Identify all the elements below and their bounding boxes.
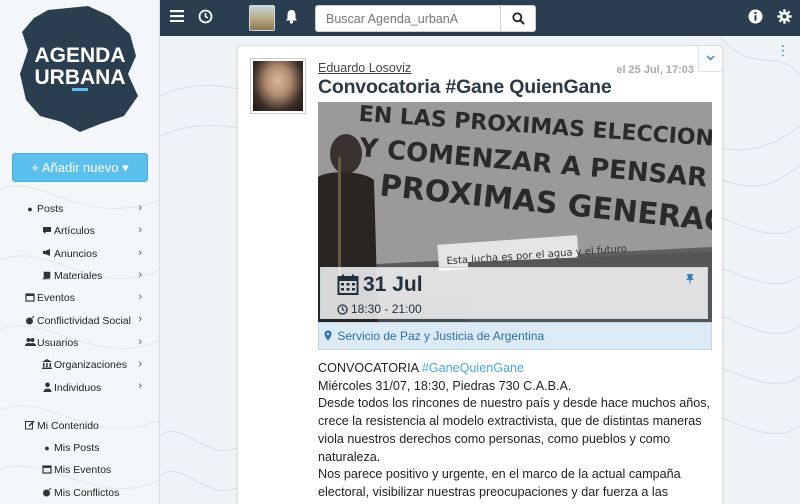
map-marker-icon bbox=[324, 330, 332, 341]
sidebar-item-label: Eventos bbox=[37, 292, 75, 305]
calendar-icon bbox=[42, 464, 52, 476]
body-paragraph: Desde todos los rincones de nuestro país… bbox=[318, 396, 711, 464]
sidebar-item-label: Conflictividad Social bbox=[37, 314, 131, 327]
agenda-urbana-logo[interactable]: AGENDA URBANA bbox=[18, 4, 142, 134]
history-clock-icon[interactable] bbox=[196, 9, 214, 27]
sidebar-item-mis-eventos[interactable]: Mis Eventos bbox=[0, 459, 159, 481]
settings-gear-icon[interactable] bbox=[775, 9, 793, 27]
post-body: CONVOCATORIA #GaneQuienGane Miércoles 31… bbox=[318, 360, 714, 502]
sidebar-item-organizaciones[interactable]: Organizaciones › bbox=[0, 354, 159, 376]
event-date-box: 31 Jul 18:30 - 21:00 bbox=[320, 267, 708, 319]
book-icon bbox=[42, 271, 52, 282]
calendar-icon bbox=[25, 292, 35, 304]
user-icon bbox=[42, 382, 52, 394]
event-time-label: 18:30 - 21:00 bbox=[351, 302, 422, 316]
sidebar-item-label: Individuos bbox=[54, 381, 102, 394]
comment-icon bbox=[42, 226, 52, 237]
body-line: Miércoles 31/07, 18:30, Piedras 730 C.A.… bbox=[318, 378, 572, 393]
event-day-label: 31 Jul bbox=[363, 273, 423, 296]
info-icon[interactable] bbox=[746, 9, 764, 27]
event-time: 18:30 - 21:00 bbox=[337, 302, 422, 316]
sidebar-item-label: Anuncios bbox=[54, 247, 98, 260]
body-heading: CONVOCATORIA bbox=[318, 361, 422, 375]
sidebar-nav: ● Posts › Artículos › Anuncios › Materia… bbox=[0, 198, 159, 504]
chevron-right-icon: › bbox=[138, 224, 142, 237]
chevron-right-icon: › bbox=[138, 358, 142, 371]
svg-text:AGENDA: AGENDA bbox=[34, 44, 125, 67]
search-box bbox=[315, 5, 536, 32]
post-date: el 25 Jul, 17:03 bbox=[616, 64, 694, 76]
circle-icon: ● bbox=[27, 204, 33, 215]
chevron-right-icon: › bbox=[138, 291, 142, 304]
sidebar-item-mis-conflictos[interactable]: Mis Conflictos bbox=[0, 482, 159, 504]
more-options-icon[interactable]: ⋮ bbox=[776, 42, 790, 59]
chevron-right-icon: › bbox=[138, 268, 142, 281]
chevron-down-icon[interactable] bbox=[698, 46, 722, 72]
hashtag-link[interactable]: #GaneQuienGane bbox=[422, 361, 524, 375]
sidebar-item-anuncios[interactable]: Anuncios › bbox=[0, 243, 159, 265]
circle-icon: ● bbox=[44, 443, 50, 454]
sidebar-item-individuos[interactable]: Individuos › bbox=[0, 376, 159, 398]
sidebar-item-label: Artículos bbox=[54, 225, 95, 238]
notifications-bell-icon[interactable] bbox=[282, 9, 300, 27]
sidebar-item-label: Posts bbox=[37, 203, 64, 216]
bomb-icon bbox=[25, 315, 35, 327]
sidebar-item-label: Mis Eventos bbox=[54, 464, 112, 477]
clock-icon bbox=[337, 303, 348, 315]
event-image[interactable]: EN LAS PROXIMAS ELECCIONES Y COMENZAR A … bbox=[318, 102, 712, 322]
author-name-link[interactable]: Eduardo Losoviz bbox=[318, 61, 411, 75]
sidebar-item-label: Mis Posts bbox=[54, 442, 100, 455]
chevron-right-icon: › bbox=[138, 380, 142, 393]
post-title[interactable]: Convocatoria #Gane QuienGane bbox=[318, 76, 612, 99]
sidebar-item-label: Mi Contenido bbox=[37, 419, 99, 432]
sidebar-item-posts[interactable]: ● Posts › bbox=[0, 198, 159, 220]
search-button[interactable] bbox=[500, 6, 535, 31]
post-card: Eduardo Losoviz el 25 Jul, 17:03 Convoca… bbox=[237, 45, 723, 504]
chevron-right-icon: › bbox=[138, 335, 142, 348]
search-icon bbox=[511, 12, 525, 25]
search-input[interactable] bbox=[316, 6, 501, 31]
event-day: 31 Jul bbox=[337, 273, 423, 297]
user-avatar[interactable] bbox=[249, 5, 275, 31]
users-icon bbox=[25, 337, 36, 349]
bomb-icon bbox=[42, 487, 52, 499]
chevron-right-icon: › bbox=[138, 246, 142, 259]
author-avatar[interactable] bbox=[250, 58, 306, 114]
svg-text:URBANA: URBANA bbox=[35, 66, 126, 89]
sidebar-item-articulos[interactable]: Artículos › bbox=[0, 220, 159, 242]
body-paragraph: Nos parece positivo y urgente, en el mar… bbox=[318, 467, 681, 499]
top-navbar bbox=[160, 0, 800, 36]
location-label: Servicio de Paz y Justicia de Argentina bbox=[337, 329, 545, 343]
sidebar-item-mi-contenido[interactable]: Mi Contenido bbox=[0, 415, 159, 437]
sidebar-item-label: Mis Conflictos bbox=[54, 486, 120, 499]
sidebar-item-conflictividad-social[interactable]: Conflictividad Social › bbox=[0, 309, 159, 331]
chevron-right-icon: › bbox=[138, 202, 142, 214]
bullhorn-icon bbox=[42, 248, 52, 259]
sidebar-item-materiales[interactable]: Materiales › bbox=[0, 265, 159, 287]
sidebar: AGENDA URBANA + Añadir nuevo ▾ ● Posts ›… bbox=[0, 0, 160, 504]
menu-icon[interactable] bbox=[168, 9, 186, 27]
chevron-right-icon: › bbox=[138, 313, 142, 326]
sidebar-item-label: Usuarios bbox=[37, 336, 79, 349]
institution-icon bbox=[42, 359, 52, 371]
calendar-icon bbox=[337, 274, 359, 295]
sidebar-item-label: Organizaciones bbox=[54, 359, 127, 372]
sidebar-item-usuarios[interactable]: Usuarios › bbox=[0, 332, 159, 354]
sidebar-item-mis-posts[interactable]: ● Mis Posts bbox=[0, 437, 159, 459]
sidebar-item-label: Materiales bbox=[54, 270, 103, 283]
edit-icon bbox=[25, 420, 35, 432]
add-new-button[interactable]: + Añadir nuevo ▾ bbox=[12, 153, 148, 182]
pin-icon[interactable] bbox=[685, 273, 695, 289]
event-location-link[interactable]: Servicio de Paz y Justicia de Argentina bbox=[318, 322, 712, 350]
sidebar-item-eventos[interactable]: Eventos › bbox=[0, 287, 159, 309]
